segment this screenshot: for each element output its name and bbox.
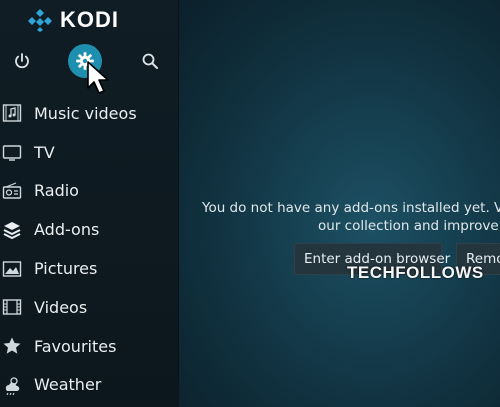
menu-item-label: TV	[34, 142, 55, 162]
menu-item-label: Add-ons	[34, 220, 100, 240]
power-button[interactable]	[5, 44, 39, 78]
menu-item-label: Weather	[34, 375, 102, 395]
star-icon	[1, 335, 23, 357]
search-icon	[142, 53, 158, 69]
menu-item-music-videos[interactable]: Music videos	[0, 94, 178, 133]
power-icon	[15, 53, 29, 69]
menu-item-weather[interactable]: Weather	[0, 366, 178, 405]
menu-item-favourites[interactable]: Favourites	[0, 327, 178, 366]
menu-item-tv[interactable]: TV	[0, 133, 178, 172]
main-menu: Music videos TV Radio Add-ons Pictures V…	[0, 94, 178, 404]
kodi-logo-text: KODI	[60, 7, 119, 32]
menu-item-videos[interactable]: Videos	[0, 288, 178, 327]
radio-icon	[1, 180, 23, 202]
menu-item-label: Radio	[34, 181, 79, 201]
menu-item-label: Pictures	[34, 259, 98, 279]
pictures-icon	[1, 258, 23, 280]
no-addons-message-line1: You do not have any add-ons installed ye…	[202, 200, 500, 216]
menu-item-addons[interactable]: Add-ons	[0, 210, 178, 249]
mouse-cursor-icon	[87, 61, 109, 94]
watermark: TECHFOLLOWS	[347, 263, 484, 282]
menu-item-label: Music videos	[34, 103, 137, 123]
tv-icon	[1, 141, 23, 163]
videos-icon	[1, 296, 23, 318]
menu-item-radio[interactable]: Radio	[0, 172, 178, 211]
no-addons-message-line2: our collection and improve yo	[318, 218, 500, 234]
kodi-logo[interactable]: KODI	[28, 6, 119, 34]
addons-icon	[1, 219, 23, 241]
addons-content-panel: You do not have any add-ons installed ye…	[179, 0, 500, 407]
menu-item-label: Favourites	[34, 336, 117, 356]
weather-icon	[1, 374, 23, 396]
kodi-logo-icon	[28, 9, 52, 32]
menu-item-label: Videos	[34, 297, 88, 317]
menu-item-pictures[interactable]: Pictures	[0, 249, 178, 288]
search-button[interactable]	[133, 44, 167, 78]
music-videos-icon	[1, 102, 23, 124]
sidebar: KODI Music videos TV Radio Add-ons Pictu…	[0, 0, 179, 407]
